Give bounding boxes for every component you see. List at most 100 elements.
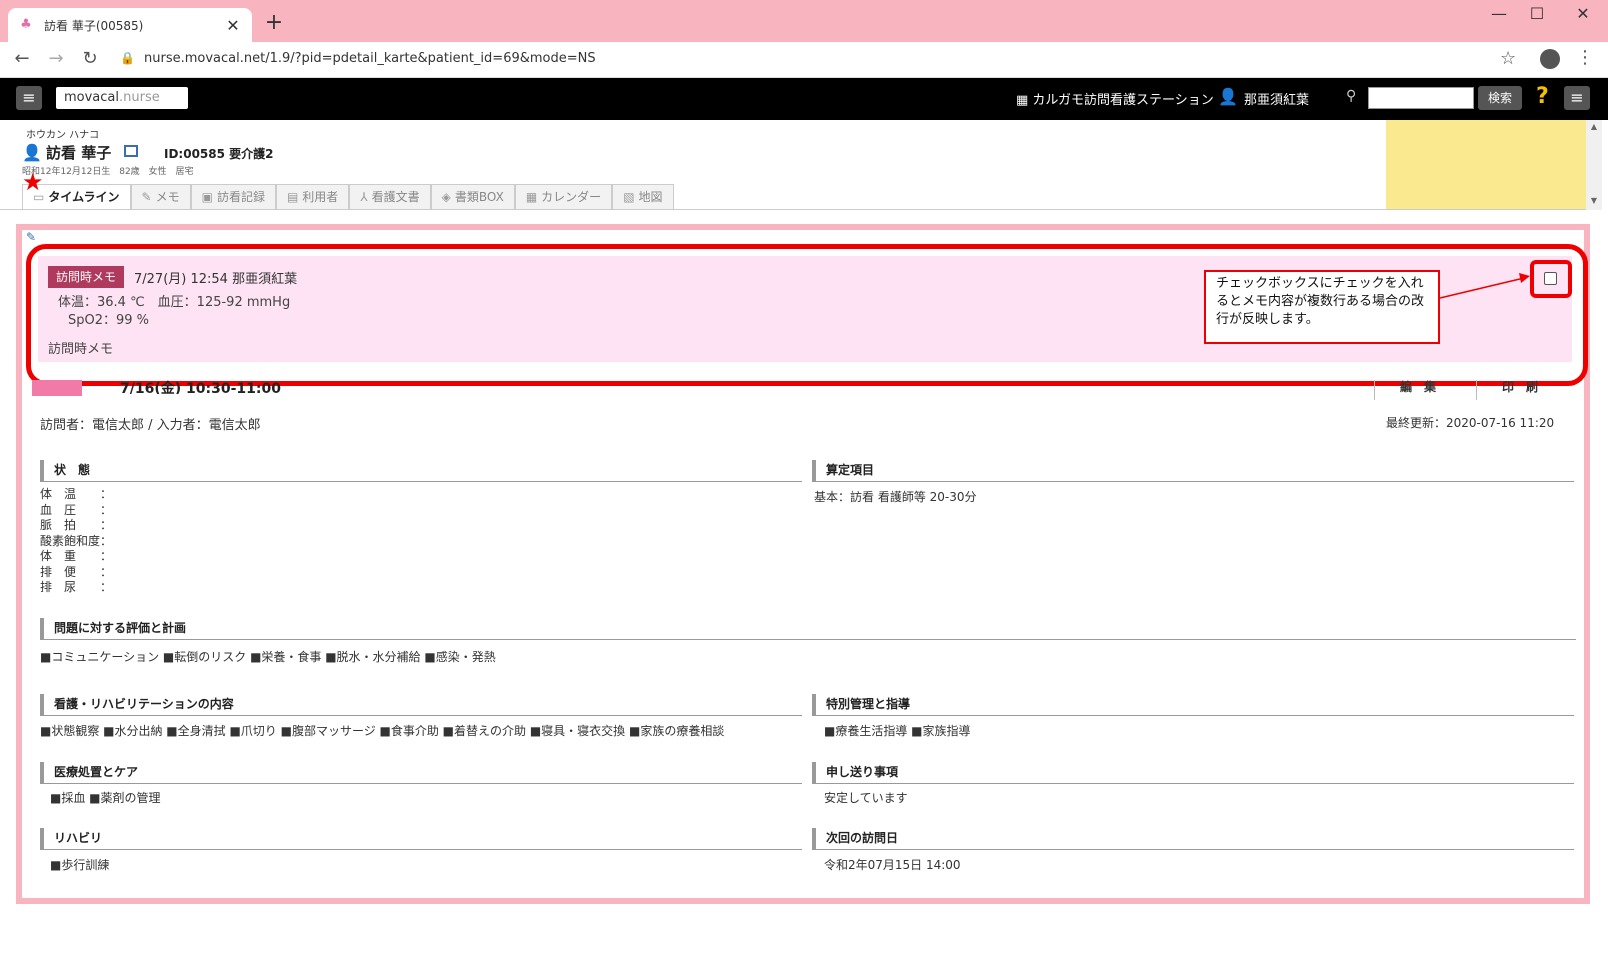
note-icon: ✎ xyxy=(26,230,37,244)
timeline-title: ✎ タイムライン xyxy=(26,228,111,245)
tab-calendar[interactable]: ▦ カレンダー xyxy=(514,184,613,210)
sticky-note-area xyxy=(1386,120,1586,210)
reload-icon[interactable]: ↻ xyxy=(78,48,102,69)
edit-icon: ▣ xyxy=(201,190,213,204)
user-name: 那亜須紅葉 xyxy=(1244,93,1310,108)
map-icon: ▧ xyxy=(623,190,635,204)
section-handover-heading: 申し送り事項 xyxy=(812,762,1574,784)
next-body: 令和2年07月15日 14:00 xyxy=(824,858,961,872)
scrollbar[interactable]: ▲ ▼ xyxy=(1586,120,1602,210)
help-icon[interactable]: ? xyxy=(1536,84,1549,109)
tab-visit-record[interactable]: ▣ 訪看記録 xyxy=(190,184,276,210)
patient-kana: ホウカン ハナコ xyxy=(26,130,100,141)
timeline-title-label: タイムライン xyxy=(40,230,112,244)
status-row: 酸素飽和度： xyxy=(40,533,113,548)
tab-label: 書類BOX xyxy=(454,190,504,204)
pdf-icon: ⅄ xyxy=(360,190,368,204)
tab-label: メモ xyxy=(155,190,180,204)
logo-main: movacal xyxy=(64,90,120,105)
section-rehab-heading: リハビリ xyxy=(40,828,802,850)
handover-body: 安定しています xyxy=(824,791,908,805)
url-field[interactable]: nurse.movacal.net/1.9/?pid=pdetail_karte… xyxy=(144,51,596,66)
scroll-up-icon[interactable]: ▲ xyxy=(1586,122,1602,131)
new-tab-icon[interactable]: + xyxy=(262,10,286,35)
edit-button[interactable]: 編 集 xyxy=(1400,378,1436,394)
last-updated: 最終更新：2020-07-16 11:20 xyxy=(1386,416,1555,430)
address-bar: ← → ↻ 🔒 nurse.movacal.net/1.9/?pid=pdeta… xyxy=(0,42,1608,78)
app-logo[interactable]: movacal.nurse xyxy=(56,87,188,109)
close-tab-icon[interactable]: ✕ xyxy=(224,16,242,35)
favicon-icon: ♣ xyxy=(20,17,32,32)
tab-doc-box[interactable]: ◈ 書類BOX xyxy=(430,184,515,210)
calc-body: 基本：訪看 看護師等 20-30分 xyxy=(814,490,977,504)
tab-title: 訪看 華子(00585) xyxy=(44,18,144,33)
patient-name: 訪看 華子 xyxy=(46,144,112,162)
search-button[interactable]: 検索 xyxy=(1478,86,1522,110)
browser-titlebar: ♣ 訪看 華子(00585) ✕ + — ☐ ✕ xyxy=(0,0,1608,42)
station-name: ▦ カルガモ訪問看護ステーション xyxy=(1016,93,1214,108)
section-next-heading: 次回の訪問日 xyxy=(812,828,1574,850)
section-eval-heading: 問題に対する評価と計画 xyxy=(40,618,1576,640)
print-button[interactable]: 印 刷 xyxy=(1502,378,1538,394)
tab-memo[interactable]: ✎ メモ xyxy=(130,184,191,210)
tab-label: タイムライン xyxy=(48,190,120,204)
bookmark-star-icon[interactable]: ☆ xyxy=(1500,48,1516,69)
patient-sex: 女性 xyxy=(148,167,167,177)
forward-icon[interactable]: → xyxy=(44,48,68,69)
section-special-heading: 特別管理と指導 xyxy=(812,694,1574,716)
tab-user[interactable]: ▤ 利用者 xyxy=(275,184,350,210)
patient-id-care: ID:00585 要介護2 xyxy=(164,147,274,161)
visitor-info: 訪問者：電信太郎 / 入力者：電信太郎 xyxy=(40,418,261,433)
eval-body: ■コミュニケーション ■転倒のリスク ■栄養・食事 ■脱水・水分補給 ■感染・発… xyxy=(40,650,496,664)
close-window-icon[interactable]: ✕ xyxy=(1568,4,1598,23)
tab-label: カレンダー xyxy=(541,190,602,204)
pencil-icon: ✎ xyxy=(141,190,152,204)
rehab-body: ■歩行訓練 xyxy=(50,858,110,872)
tab-divider xyxy=(0,209,1586,210)
calendar-icon: ▦ xyxy=(525,190,538,204)
box-icon: ◈ xyxy=(441,190,451,204)
record-badge xyxy=(32,380,82,396)
star-marker-icon: ★ xyxy=(22,168,44,196)
special-body: ■療養生活指導 ■家族指導 xyxy=(824,724,971,738)
search-input[interactable] xyxy=(1368,87,1474,109)
status-row: 体 重 ： xyxy=(40,549,113,563)
separator xyxy=(1374,380,1375,400)
minimize-icon[interactable]: — xyxy=(1484,4,1514,23)
section-calc-heading: 算定項目 xyxy=(812,460,1574,482)
back-icon[interactable]: ← xyxy=(10,48,34,69)
section-status-heading: 状 態 xyxy=(40,460,802,482)
section-medical-heading: 医療処置とケア xyxy=(40,762,802,784)
menu-hamburger-icon[interactable]: ≡ xyxy=(16,86,42,110)
section-care-heading: 看護・リハビリテーションの内容 xyxy=(40,694,802,716)
tab-label: 看護文書 xyxy=(371,190,420,204)
tab-map[interactable]: ▧ 地図 xyxy=(612,184,674,210)
browser-menu-icon[interactable]: ⋮ xyxy=(1576,47,1594,68)
account-icon[interactable] xyxy=(1540,49,1560,69)
right-menu-icon[interactable]: ≡ xyxy=(1564,86,1590,110)
user-icon: 👤 xyxy=(1218,87,1238,106)
patient-residence: 居宅 xyxy=(175,167,194,177)
station-label: カルガモ訪問看護ステーション xyxy=(1032,93,1214,108)
medical-body: ■採血 ■薬剤の管理 xyxy=(50,791,161,805)
browser-tab[interactable]: ♣ 訪看 華子(00585) ✕ xyxy=(8,8,252,42)
tab-nursing-docs[interactable]: ⅄ 看護文書 xyxy=(349,184,431,210)
scroll-down-icon[interactable]: ▼ xyxy=(1586,196,1602,205)
copy-window-icon[interactable] xyxy=(124,145,138,157)
patient-tabs: ▭ タイムライン ✎ メモ ▣ 訪看記録 ▤ 利用者 ⅄ 看護文書 ◈ 書類BOX ▦ カレン… xyxy=(22,184,674,210)
logo-sub: .nurse xyxy=(119,90,160,105)
id-card-icon: ▤ xyxy=(286,190,299,204)
care-body: ■状態観察 ■水分出納 ■全身清拭 ■爪切り ■腹部マッサージ ■食事介助 ■着… xyxy=(40,724,725,738)
status-row: 排 便 ： xyxy=(40,564,113,579)
annotation-callout: チェックボックスにチェックを入れるとメモ内容が複数行ある場合の改行が反映します。 xyxy=(1204,270,1440,344)
patient-avatar-icon: 👤 xyxy=(22,143,42,162)
maximize-icon[interactable]: ☐ xyxy=(1522,4,1552,23)
tab-label: 地図 xyxy=(638,190,663,204)
patient-info: 昭和12年12月12日生 82歳 女性 居宅 xyxy=(22,164,193,177)
status-row: 血 圧 ： xyxy=(40,502,113,517)
lock-icon: 🔒 xyxy=(120,51,135,65)
status-row: 脈 拍 ： xyxy=(40,518,113,532)
status-row: 排 尿 ： xyxy=(40,580,113,594)
search-icon: ⚲ xyxy=(1346,88,1357,104)
app-header: ≡ movacal.nurse ▦ カルガモ訪問看護ステーション 👤 那亜須紅葉… xyxy=(0,78,1608,120)
